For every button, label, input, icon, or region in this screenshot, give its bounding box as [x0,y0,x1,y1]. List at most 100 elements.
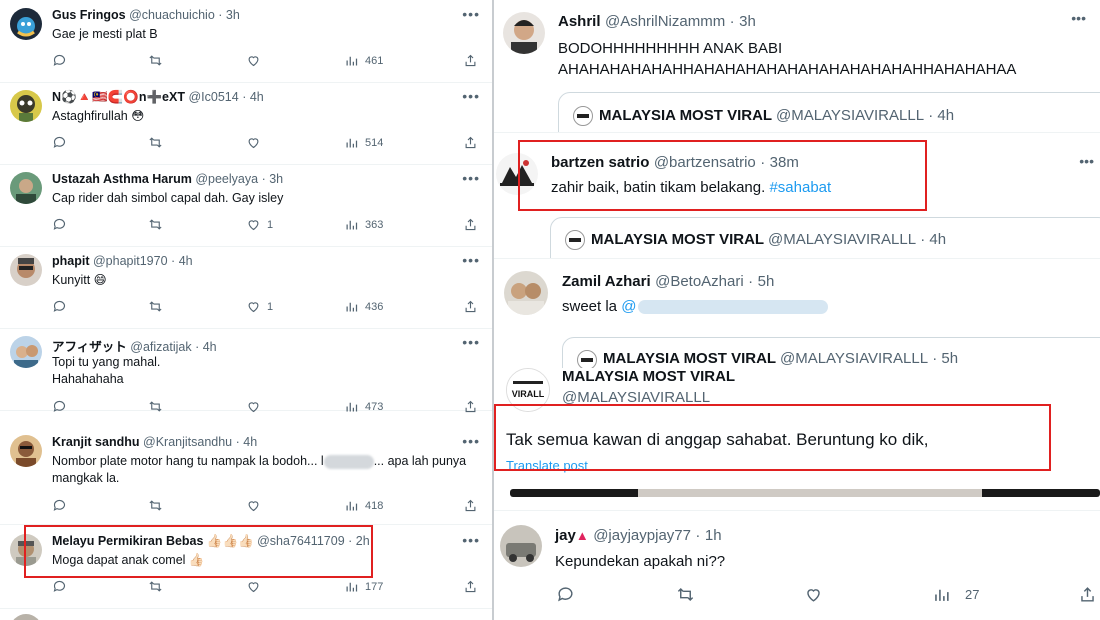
repost-icon[interactable] [148,299,163,314]
share-icon[interactable] [463,217,478,232]
display-name[interactable]: Zamil Azhari [562,273,651,290]
like-button[interactable] [246,53,267,68]
display-name[interactable]: Gus Fringos [52,8,126,22]
repost-icon[interactable] [148,217,163,232]
avatar[interactable] [10,435,42,467]
like-button[interactable] [246,135,267,150]
tweet-card[interactable]: アフィザット @afizatijak · 4h ••• Topi tu yang… [0,328,492,414]
reply-icon[interactable] [52,579,67,594]
mention-link[interactable]: @ [621,298,636,315]
like-button[interactable] [246,498,267,513]
timestamp[interactable]: 3h [269,172,283,186]
repost-icon[interactable] [148,579,163,594]
tweet-card[interactable]: Zamil Azhari @BetoAzhari · 5h sweet la @… [494,258,1100,397]
display-name[interactable]: N⚽🔺🇲🇾🧲⭕n➕eXT [52,90,185,104]
highlight-box [494,404,1051,471]
reply-icon[interactable] [52,299,67,314]
tweet-card[interactable]: Kranjit sandhu @Kranjitsandhu · 4h ••• N… [0,427,492,525]
reply-icon[interactable] [52,135,67,150]
more-options-icon[interactable]: ••• [462,532,480,548]
avatar[interactable] [10,90,42,122]
tweet-card[interactable]: Gus Fringos @chuachuichio · 3h ••• Gae j… [0,0,492,83]
reply-icon[interactable] [52,217,67,232]
more-options-icon[interactable]: ••• [462,88,480,104]
display-name[interactable]: アフィザット [52,340,127,354]
display-name[interactable]: MALAYSIA MOST VIRAL [562,368,735,385]
views-chart-icon [935,589,949,601]
timestamp[interactable]: 4h [179,254,193,268]
timestamp[interactable]: 5h [758,273,775,290]
reply-icon[interactable] [556,585,575,604]
handle[interactable]: @chuachuichio [129,8,215,22]
handle[interactable]: @afizatijak [130,340,191,354]
avatar[interactable] [503,12,545,54]
repost-icon[interactable] [148,135,163,150]
repost-icon[interactable] [148,498,163,513]
avatar[interactable] [10,254,42,286]
tweet-card[interactable]: jay▲ @jayjaypjay77 · 1h Kepundekan apaka… [494,510,1100,620]
views-button[interactable]: 27 [932,585,979,604]
display-name[interactable]: Kranjit sandhu [52,435,140,449]
share-icon[interactable] [463,399,478,414]
handle[interactable]: @BetoAzhari [655,273,744,290]
timestamp[interactable]: 3h [226,8,240,22]
reply-icon[interactable] [52,53,67,68]
timestamp[interactable]: 3h [739,13,756,30]
like-button[interactable] [246,399,267,414]
handle[interactable]: @phapit1970 [93,254,168,268]
avatar[interactable] [10,336,42,368]
more-options-icon[interactable]: ••• [462,170,480,186]
more-options-icon[interactable]: ••• [1071,10,1086,26]
media-preview[interactable] [510,489,1100,497]
tweet-card[interactable]: N⚽🔺🇲🇾🧲⭕n➕eXT @Ic0514 · 4h ••• Astaghfiru… [0,82,492,165]
avatar[interactable] [500,525,542,567]
views-button[interactable]: 461 [344,53,383,68]
more-options-icon[interactable]: ••• [462,6,480,22]
handle[interactable]: @Ic0514 [188,90,238,104]
views-button[interactable]: 436 [344,299,383,314]
display-name[interactable]: Ashril [558,13,601,30]
more-options-icon[interactable]: ••• [462,334,480,350]
tweet-card[interactable]: phapit @phapit1970 · 4h ••• Kunyitt 😄 1 … [0,246,492,329]
views-button[interactable]: 473 [344,399,383,414]
repost-icon[interactable] [148,399,163,414]
reply-icon[interactable] [52,498,67,513]
share-icon[interactable] [463,498,478,513]
share-icon[interactable] [1078,585,1097,604]
avatar[interactable] [504,271,548,315]
views-button[interactable]: 177 [344,579,383,594]
repost-icon[interactable] [676,585,695,604]
more-options-icon[interactable]: ••• [462,433,480,449]
share-icon[interactable] [463,299,478,314]
views-button[interactable]: 418 [344,498,383,513]
handle[interactable]: @AshrilNizammm [605,13,725,30]
repost-icon[interactable] [148,53,163,68]
views-button[interactable]: 363 [344,217,383,232]
avatar[interactable] [10,614,42,620]
timestamp[interactable]: 4h [250,90,264,104]
handle[interactable]: @peelyaya [195,172,258,186]
like-button[interactable] [246,579,267,594]
share-icon[interactable] [463,579,478,594]
reply-icon[interactable] [52,399,67,414]
like-button[interactable]: 1 [246,217,273,232]
timestamp[interactable]: 4h [243,435,257,449]
tweet-card[interactable]: Ustazah Asthma Harum @peelyaya · 3h ••• … [0,164,492,247]
handle[interactable]: @Kranjitsandhu [143,435,232,449]
like-icon[interactable] [804,585,823,604]
display-name[interactable]: Ustazah Asthma Harum [52,172,192,186]
handle[interactable]: @jayjaypjay77 [593,527,691,544]
share-icon[interactable] [463,135,478,150]
tweet-card[interactable]: Ashril @AshrilNizammm · 3h BODOHHHHHHHHH… [494,0,1100,152]
like-button[interactable]: 1 [246,299,273,314]
avatar[interactable] [10,8,42,40]
more-options-icon[interactable]: ••• [1079,153,1094,169]
display-name[interactable]: jay [555,527,576,544]
share-icon[interactable] [463,53,478,68]
views-button[interactable]: 514 [344,135,383,150]
timestamp[interactable]: 4h [203,340,217,354]
timestamp[interactable]: 1h [705,527,722,544]
more-options-icon[interactable]: ••• [462,252,480,268]
display-name[interactable]: phapit [52,254,90,268]
avatar[interactable] [10,172,42,204]
